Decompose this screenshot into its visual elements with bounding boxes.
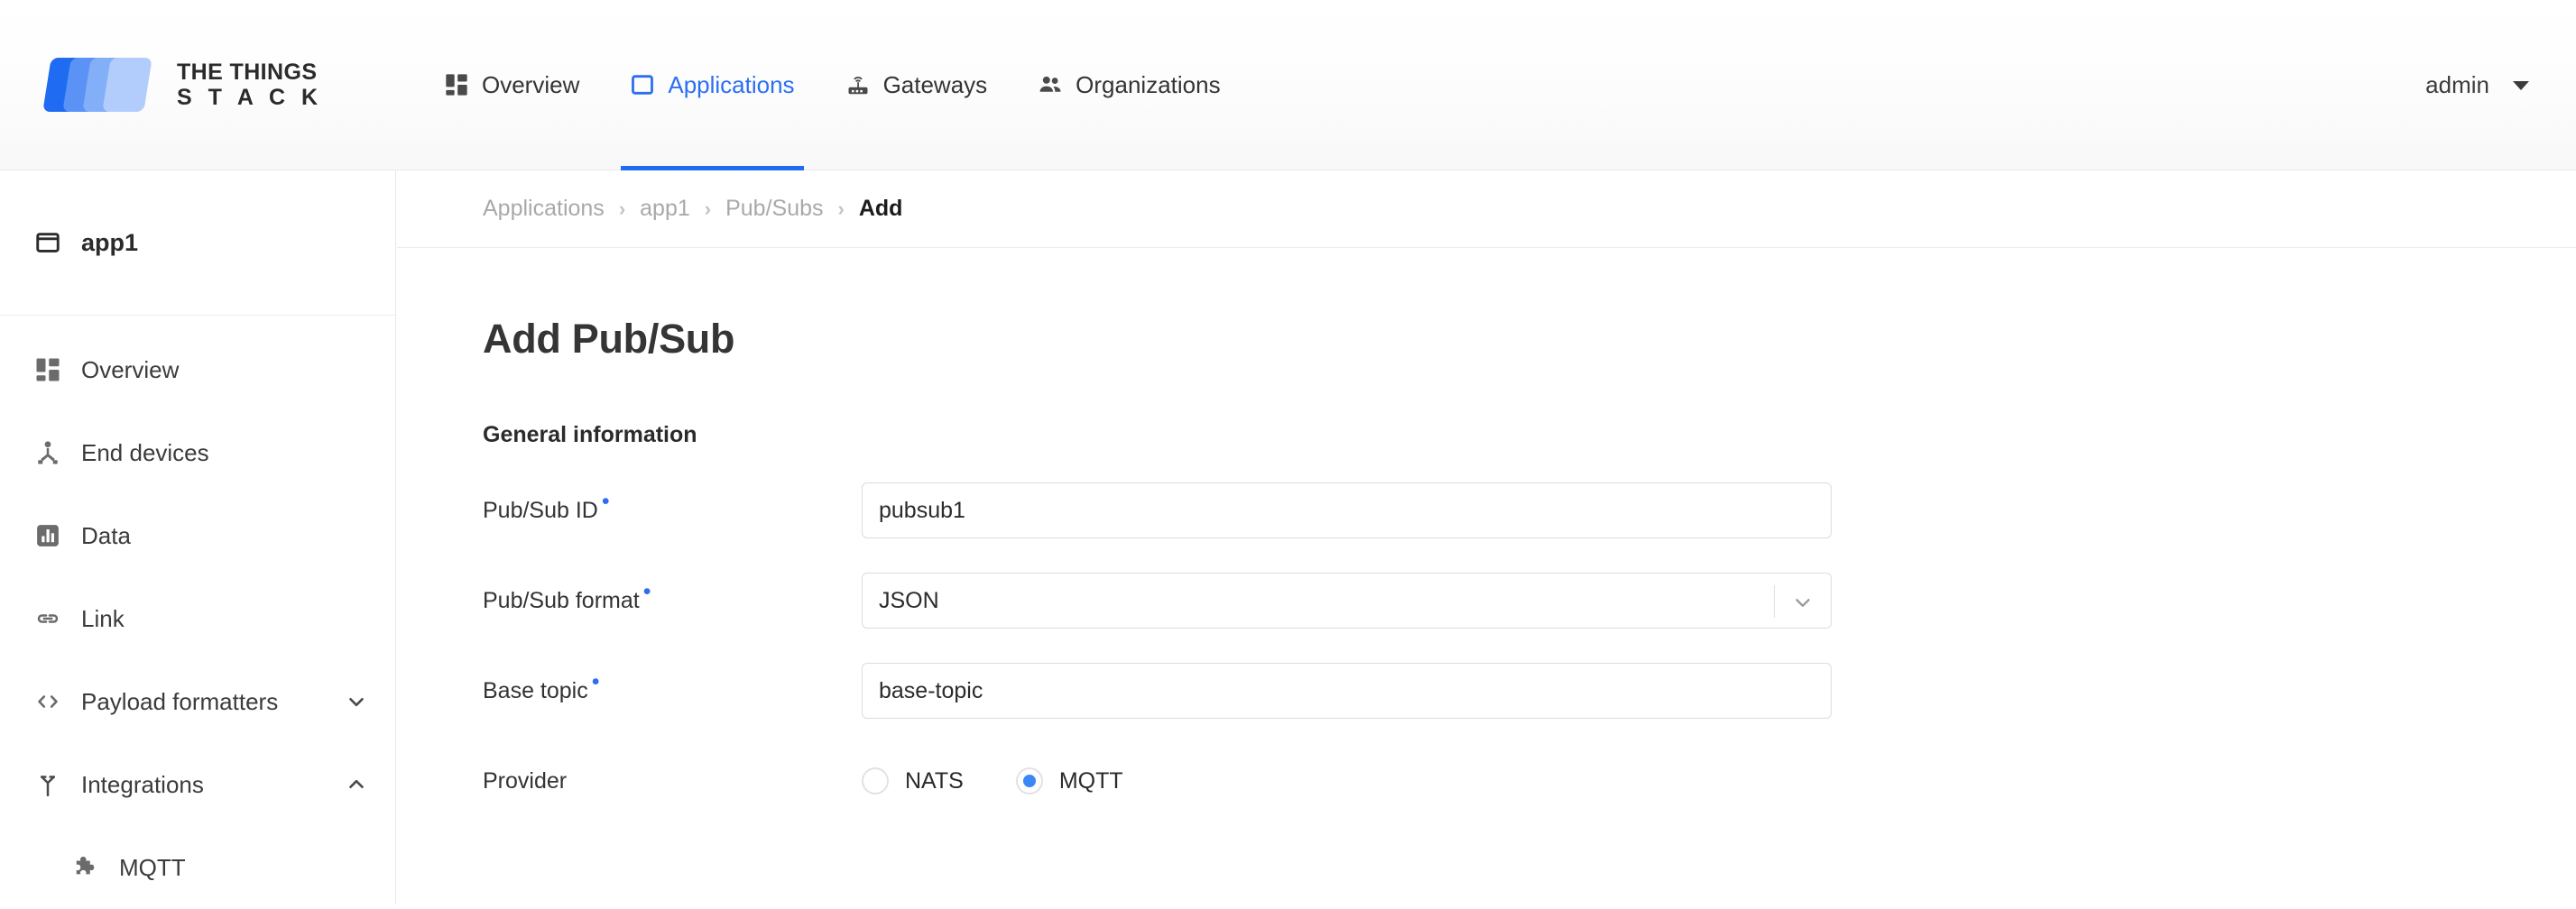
sidebar-label-link: Link (81, 605, 368, 633)
breadcrumb-item-app1[interactable]: app1 (640, 196, 690, 222)
gateway-icon (845, 72, 871, 97)
control-base-topic (862, 663, 1832, 719)
things-stack-logo-icon (47, 52, 159, 117)
pubsub-format-select[interactable]: JSON (862, 573, 1832, 629)
nav-label-organizations: Organizations (1076, 71, 1220, 99)
user-name: admin (2425, 71, 2489, 99)
control-pubsub-format: JSON (862, 573, 1832, 629)
sidebar-item-integrations[interactable]: Integrations (0, 743, 395, 826)
brand-line-2: S T A C K (177, 85, 323, 110)
sidebar-item-link[interactable]: Link (0, 577, 395, 660)
section-title-general-information: General information (483, 422, 2576, 448)
breadcrumb-separator: › (838, 197, 845, 221)
control-provider: NATS MQTT (862, 767, 1123, 794)
nav-label-applications: Applications (668, 71, 794, 99)
pubsub-id-input[interactable] (862, 482, 1832, 538)
top-header: THE THINGS S T A C K Overview Appl (0, 0, 2576, 170)
field-row-pubsub-format: Pub/Sub format• JSON (483, 573, 2576, 629)
required-marker: • (592, 669, 600, 694)
primary-nav: Overview Applications (419, 0, 1246, 170)
field-row-provider: Provider NATS MQTT (483, 753, 2576, 809)
radio-option-mqtt[interactable]: MQTT (1016, 767, 1123, 794)
sidebar-item-mqtt[interactable]: MQTT (0, 826, 395, 909)
radio-circle-mqtt (1016, 767, 1043, 794)
main-content: Add Pub/Sub General information Pub/Sub … (397, 248, 2576, 904)
breadcrumb-item-applications[interactable]: Applications (483, 196, 605, 222)
breadcrumb-separator: › (705, 197, 711, 221)
nav-item-applications[interactable]: Applications (605, 0, 819, 170)
user-menu[interactable]: admin (2425, 0, 2529, 170)
sidebar-label-payload-formatters: Payload formatters (81, 688, 325, 716)
sidebar-app-header[interactable]: app1 (0, 170, 395, 316)
brand-wordmark: THE THINGS S T A C K (177, 60, 323, 110)
page-title: Add Pub/Sub (483, 316, 2576, 363)
data-icon (34, 522, 61, 549)
breadcrumb-item-add: Add (859, 196, 903, 222)
label-pubsub-format: Pub/Sub format• (483, 588, 701, 614)
organizations-icon (1038, 72, 1063, 97)
sidebar: app1 Overview (0, 170, 396, 904)
label-text-base-topic: Base topic (483, 678, 588, 703)
sidebar-item-data[interactable]: Data (0, 494, 395, 577)
radio-circle-nats (862, 767, 889, 794)
label-provider: Provider (483, 768, 701, 794)
sidebar-menu: Overview End devices (0, 316, 395, 909)
radio-label-nats: NATS (905, 768, 964, 794)
control-pubsub-id (862, 482, 1832, 538)
sidebar-item-overview[interactable]: Overview (0, 328, 395, 411)
nav-label-overview: Overview (482, 71, 579, 99)
base-topic-input[interactable] (862, 663, 1832, 719)
puzzle-icon (72, 854, 99, 881)
field-row-base-topic: Base topic• (483, 663, 2576, 719)
link-icon (34, 605, 61, 632)
application-icon (630, 72, 655, 97)
caret-down-icon (2513, 81, 2529, 90)
breadcrumb-item-pub-subs[interactable]: Pub/Subs (725, 196, 823, 222)
sidebar-label-mqtt: MQTT (119, 854, 368, 882)
sidebar-label-data: Data (81, 522, 368, 550)
label-text-pubsub-id: Pub/Sub ID (483, 498, 598, 523)
end-devices-icon (34, 439, 61, 466)
pubsub-format-value: JSON (879, 588, 939, 614)
radio-option-nats[interactable]: NATS (862, 767, 964, 794)
provider-radio-group: NATS MQTT (862, 767, 1123, 794)
sidebar-item-end-devices[interactable]: End devices (0, 411, 395, 494)
brand-line-1: THE THINGS (177, 60, 323, 85)
sidebar-item-payload-formatters[interactable]: Payload formatters (0, 660, 395, 743)
chevron-down-icon (1791, 591, 1814, 614)
label-text-pubsub-format: Pub/Sub format (483, 588, 640, 613)
required-marker: • (643, 579, 651, 604)
sidebar-app-label: app1 (81, 229, 138, 257)
nav-label-gateways: Gateways (883, 71, 988, 99)
breadcrumb-separator: › (619, 197, 625, 221)
grid-icon (34, 356, 61, 383)
breadcrumb: Applications › app1 › Pub/Subs › Add (397, 170, 2576, 248)
label-text-provider: Provider (483, 768, 567, 794)
code-icon (34, 688, 61, 715)
select-divider (1774, 585, 1775, 618)
sidebar-label-end-devices: End devices (81, 439, 368, 467)
label-pubsub-id: Pub/Sub ID• (483, 498, 701, 524)
chevron-down-icon[interactable] (345, 690, 368, 713)
application-icon (34, 229, 61, 256)
brand-logo[interactable]: THE THINGS S T A C K (47, 52, 399, 117)
chevron-up-icon[interactable] (345, 773, 368, 796)
field-row-pubsub-id: Pub/Sub ID• (483, 482, 2576, 538)
sidebar-label-overview: Overview (81, 356, 368, 384)
nav-item-overview[interactable]: Overview (419, 0, 605, 170)
required-marker: • (602, 489, 610, 514)
nav-item-organizations[interactable]: Organizations (1012, 0, 1245, 170)
nav-item-gateways[interactable]: Gateways (820, 0, 1013, 170)
radio-label-mqtt: MQTT (1059, 768, 1123, 794)
integrations-icon (34, 771, 61, 798)
label-base-topic: Base topic• (483, 678, 701, 704)
grid-icon (444, 72, 469, 97)
sidebar-label-integrations: Integrations (81, 771, 325, 799)
